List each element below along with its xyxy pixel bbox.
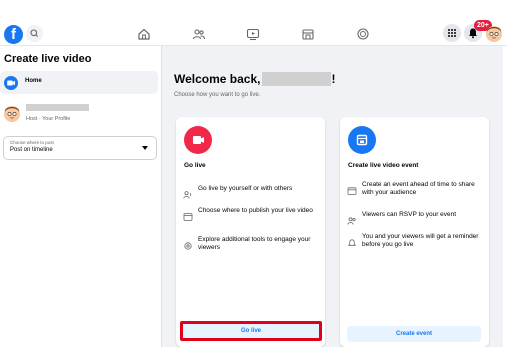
post-destination-select[interactable]: Choose where to post Post on timeline — [3, 136, 157, 160]
profile-avatar[interactable] — [486, 26, 502, 42]
select-label: Choose where to post — [10, 140, 54, 145]
welcome-heading: Welcome back, ! — [174, 72, 335, 86]
feature-item: You and your viewers will get a reminder… — [347, 233, 485, 249]
window-icon — [183, 208, 193, 221]
event-icon — [348, 126, 376, 154]
top-navigation-bar: f 20+ — [0, 0, 507, 46]
select-value: Post on timeline — [10, 147, 53, 153]
facebook-logo-icon[interactable]: f — [4, 25, 23, 44]
person-live-icon — [183, 186, 193, 199]
welcome-text: Welcome back, — [174, 72, 261, 86]
sidebar-item-home[interactable]: Home — [0, 71, 158, 94]
go-live-button[interactable]: Go live — [180, 321, 322, 341]
feature-text: Go live by yourself or with others — [198, 185, 293, 192]
sidebar: Create live video Home Host · Your Profi… — [0, 46, 162, 347]
feature-text: You and your viewers will get a reminder… — [362, 233, 479, 248]
caret-down-icon — [142, 146, 148, 150]
feature-text: Explore additional tools to engage your … — [198, 236, 311, 251]
gaming-icon[interactable] — [356, 27, 370, 41]
home-icon[interactable] — [137, 27, 151, 41]
host-avatar — [4, 106, 20, 122]
host-subtitle: Host · Your Profile — [26, 116, 71, 122]
welcome-suffix: ! — [331, 72, 336, 86]
feature-item: Explore additional tools to engage your … — [183, 236, 321, 252]
feature-item: Viewers can RSVP to your event — [347, 211, 485, 225]
feature-text: Create an event ahead of time to share w… — [362, 181, 475, 196]
scrollbar-track[interactable] — [503, 46, 507, 347]
page-title: Create live video — [4, 53, 92, 65]
create-event-button[interactable]: Create event — [347, 326, 481, 342]
feature-item: Go live by yourself or with others — [183, 185, 321, 199]
feature-text: Viewers can RSVP to your event — [362, 211, 457, 218]
welcome-subtitle: Choose how you want to go live. — [174, 92, 261, 98]
feature-text: Choose where to publish your live video — [198, 207, 313, 214]
tools-gear-icon — [183, 237, 193, 250]
redacted-user-name — [262, 72, 332, 86]
go-live-icon — [184, 126, 212, 154]
create-event-card: Create live video event Create an event … — [340, 117, 489, 347]
friends-icon[interactable] — [192, 27, 206, 41]
bell-icon — [347, 234, 357, 246]
marketplace-icon[interactable] — [301, 27, 315, 41]
search-icon[interactable] — [26, 25, 43, 42]
redacted-host-name — [26, 104, 89, 111]
feature-item: Choose where to publish your live video — [183, 207, 321, 221]
people-icon — [347, 212, 357, 225]
live-video-icon — [4, 76, 18, 90]
menu-grid-icon[interactable] — [443, 24, 461, 42]
feature-item: Create an event ahead of time to share w… — [347, 181, 485, 197]
watch-icon[interactable] — [246, 27, 260, 41]
card-title: Create live video event — [348, 162, 419, 169]
go-live-card: Go live Go live by yourself or with othe… — [176, 117, 325, 347]
calendar-icon — [347, 182, 357, 196]
sidebar-item-label: Home — [25, 78, 42, 84]
card-title: Go live — [184, 162, 206, 169]
